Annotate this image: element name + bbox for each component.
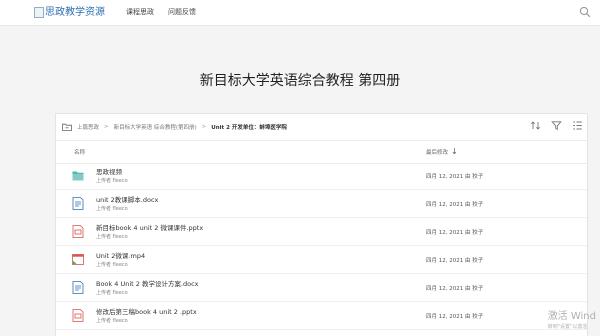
file-list: 思政视频 上传者 fleeco 四月 12, 2021 由 狡子 unit 2教… [56, 162, 587, 330]
file-uploader: 上传者 fleeco [96, 262, 128, 268]
file-modified-date: 四月 12, 2021 由 狡子 [426, 258, 484, 264]
column-header-name[interactable]: 名称 [74, 148, 85, 156]
file-modified-date: 四月 12, 2021 由 狡子 [426, 314, 484, 320]
breadcrumb-item[interactable]: 新目标大学英语 综合教程(第四册) [114, 123, 197, 131]
word-document-icon [72, 197, 84, 210]
video-file-icon [72, 254, 84, 265]
file-name[interactable]: unit 2教课脚本.docx [96, 194, 158, 204]
file-uploader: 上传者 fleeco [96, 206, 128, 212]
file-modified-date: 四月 12, 2021 由 狡子 [426, 286, 484, 292]
breadcrumb-separator-icon: > [104, 124, 109, 130]
library-toolbar [530, 120, 583, 131]
file-modified-date: 四月 12, 2021 由 狡子 [426, 230, 484, 236]
breadcrumb: 上篇思政 > 新目标大学英语 综合教程(第四册) > Unit 2 开发单位：蚌… [62, 121, 287, 133]
powerpoint-icon [72, 225, 84, 238]
sort-descending-icon: ↓ [451, 147, 458, 156]
breadcrumb-current: Unit 2 开发单位：蚌埠医学院 [211, 125, 287, 131]
page-title: 新目标大学英语综合教程 第四册 [199, 73, 401, 89]
file-uploader: 上传者 fleeco [96, 178, 128, 184]
watermark-line-1: 激活 Wind [547, 311, 596, 322]
logo-alt-text: 思政教学资源 [45, 7, 105, 18]
windows-activation-watermark: 激活 Wind 转到"设置"以激活 [548, 307, 596, 330]
file-row[interactable]: unit 2教课脚本.docx 上传者 fleeco 四月 12, 2021 由… [56, 190, 587, 218]
nav-item-course-ideology[interactable]: 课程思政 [126, 7, 154, 17]
file-row[interactable]: 思政视频 上传者 fleeco 四月 12, 2021 由 狡子 [56, 162, 587, 190]
watermark-line-2: 转到"设置"以激活 [547, 324, 588, 330]
file-row[interactable]: Book 4 Unit 2 教学设计方案.docx 上传者 fleeco 四月 … [56, 274, 587, 302]
powerpoint-icon [72, 309, 84, 322]
file-row[interactable]: 修改后第三稿book 4 unit 2 .pptx 上传者 fleeco 四月 … [56, 302, 587, 330]
file-name[interactable]: 修改后第三稿book 4 unit 2 .pptx [96, 306, 197, 316]
folder-nav-icon[interactable] [62, 123, 72, 131]
folder-icon [72, 171, 84, 181]
nav-item-feedback[interactable]: 问题反馈 [168, 7, 196, 17]
breadcrumb-item[interactable]: 上篇思政 [77, 123, 99, 131]
file-library-panel: 上篇思政 > 新目标大学英语 综合教程(第四册) > Unit 2 开发单位：蚌… [55, 113, 588, 336]
file-uploader: 上传者 fleeco [96, 290, 128, 296]
file-uploader: 上传者 fleeco [96, 318, 128, 324]
sort-icon[interactable] [530, 120, 541, 131]
site-logo[interactable]: 思政教学资源 [34, 6, 105, 19]
top-navbar: 思政教学资源 课程思政 问题反馈 [0, 0, 600, 26]
column-header-modified-label: 最后修改 [426, 150, 449, 156]
file-row[interactable]: 新目标book 4 unit 2 微课课件.pptx 上传者 fleeco 四月… [56, 218, 587, 246]
file-modified-date: 四月 12, 2021 由 狡子 [426, 174, 484, 180]
file-name[interactable]: Unit 2微课.mp4 [96, 250, 145, 260]
word-document-icon [72, 281, 84, 294]
broken-image-icon [34, 7, 44, 18]
file-list-header: 名称 最后修改 ↓ [56, 140, 587, 164]
filter-icon[interactable] [551, 120, 562, 131]
breadcrumb-separator-icon: > [201, 124, 207, 130]
column-header-modified[interactable]: 最后修改 ↓ [426, 147, 458, 157]
file-row[interactable]: Unit 2微课.mp4 上传者 fleeco 四月 12, 2021 由 狡子 [56, 246, 587, 274]
file-name[interactable]: Book 4 Unit 2 教学设计方案.docx [96, 278, 199, 288]
view-options-icon[interactable] [572, 120, 583, 131]
file-modified-date: 四月 12, 2021 由 狡子 [426, 202, 484, 208]
file-name[interactable]: 思政视频 [96, 166, 122, 176]
file-uploader: 上传者 fleeco [96, 234, 128, 240]
file-name[interactable]: 新目标book 4 unit 2 微课课件.pptx [96, 222, 203, 232]
search-icon[interactable] [579, 6, 591, 18]
